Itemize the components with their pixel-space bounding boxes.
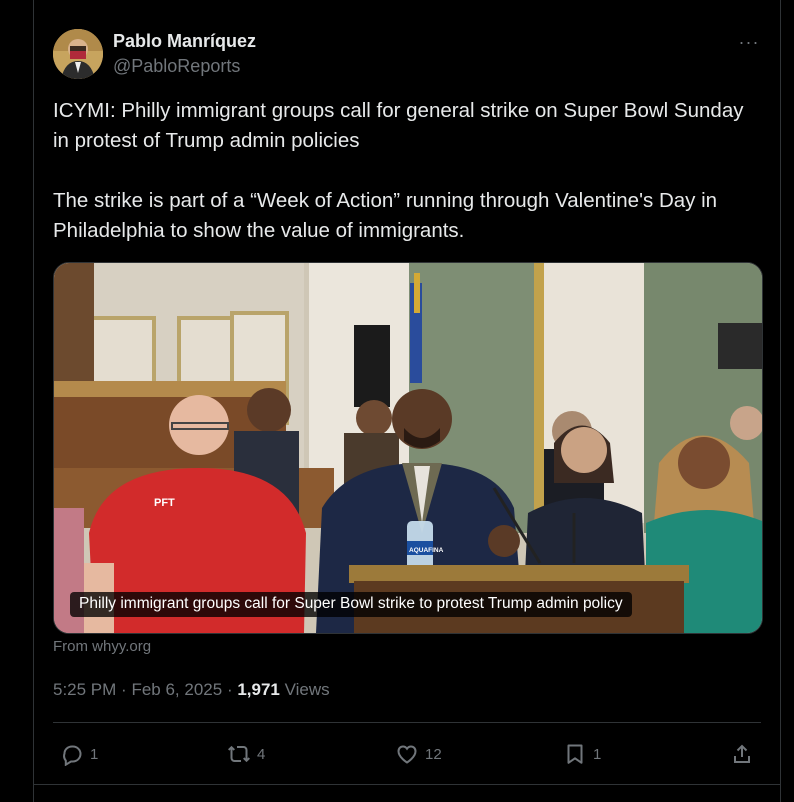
views-label: Views [284, 680, 330, 699]
tweet-media-card[interactable]: PFT AQUAFINA Philly immigrant groups cal… [53, 262, 763, 634]
tweet-time[interactable]: 5:25 PM [53, 680, 116, 699]
like-icon [397, 745, 417, 764]
reply-button[interactable]: 1 [60, 739, 98, 769]
like-button[interactable]: 12 [395, 739, 442, 769]
reply-count: 1 [90, 745, 99, 763]
bookmark-icon [567, 744, 583, 764]
views-count: 1,971 [237, 680, 280, 699]
tweet-text: ICYMI: Philly immigrant groups call for … [53, 99, 744, 242]
tweet-date[interactable]: Feb 6, 2025 [131, 680, 222, 699]
avatar[interactable] [53, 29, 103, 79]
repost-icon [228, 745, 250, 763]
media-caption: Philly immigrant groups call for Super B… [70, 592, 632, 617]
bookmark-button[interactable]: 1 [563, 739, 601, 769]
bottle-label: AQUAFINA [409, 547, 444, 554]
share-icon [734, 744, 750, 763]
bookmark-count: 1 [593, 745, 602, 763]
like-count: 12 [425, 745, 442, 763]
repost-button[interactable]: 4 [227, 739, 265, 769]
tweet-bottom-border [33, 784, 781, 785]
repost-count: 4 [257, 745, 266, 763]
timeline-left-border [33, 0, 34, 802]
media-photo: PFT AQUAFINA [54, 263, 762, 633]
timeline-right-border [780, 0, 781, 802]
source-link[interactable]: From whyy.org [53, 638, 151, 655]
share-button[interactable] [730, 739, 760, 769]
author-handle[interactable]: @PabloReports [113, 56, 240, 77]
reply-icon [63, 745, 82, 766]
author-name[interactable]: Pablo Manríquez [113, 31, 256, 52]
more-icon[interactable]: ··· [736, 33, 762, 51]
actions-divider [53, 722, 761, 723]
tweet-meta: 5:25 PM · Feb 6, 2025 · 1,971 Views [53, 680, 330, 700]
shirt-logo-text: PFT [154, 497, 175, 509]
meta-separator: · [121, 680, 127, 699]
meta-separator: · [226, 680, 233, 699]
